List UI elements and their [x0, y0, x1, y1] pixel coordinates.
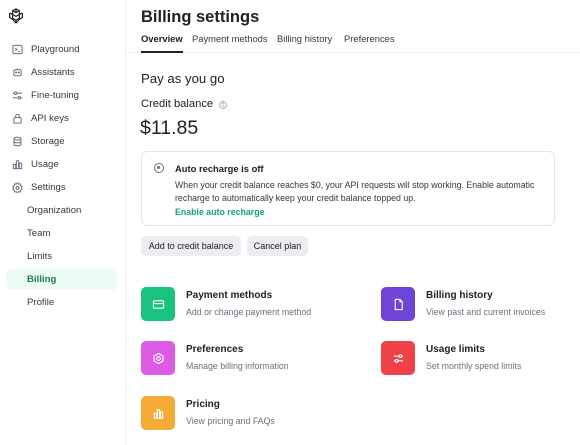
credit-balance-label: Credit balance — [141, 98, 227, 110]
card-title: Usage limits — [426, 344, 485, 355]
main-content: Billing settings Overview Payment method… — [127, 0, 580, 445]
auto-recharge-description: When your credit balance reaches $0, you… — [175, 180, 535, 203]
sidebar-item-label: Profile — [27, 297, 55, 308]
sidebar-item-storage[interactable]: Storage — [6, 131, 117, 152]
sidebar-item-usage[interactable]: Usage — [6, 154, 117, 175]
sidebar-item-label: Playground — [31, 44, 80, 55]
sidebar-item-label: API keys — [31, 113, 69, 124]
card-title: Preferences — [186, 344, 244, 355]
sidebar-item-billing[interactable]: Billing — [6, 269, 117, 290]
sidebar-item-label: Billing — [27, 274, 57, 285]
card-usage-limits[interactable]: Usage limits Set monthly spend limits — [381, 341, 580, 379]
credit-balance-value: $11.85 — [140, 117, 199, 139]
tab-preferences[interactable]: Preferences — [344, 33, 395, 53]
info-icon[interactable] — [219, 100, 227, 109]
card-preferences[interactable]: Preferences Manage billing information — [141, 341, 341, 379]
sidebar-item-assistants[interactable]: Assistants — [6, 62, 117, 83]
card-title: Payment methods — [186, 290, 273, 301]
openai-logo-icon[interactable] — [7, 7, 25, 25]
card-description: Manage billing information — [186, 361, 289, 371]
card-payment-methods[interactable]: Payment methods Add or change payment me… — [141, 287, 341, 325]
gear-icon — [10, 181, 24, 195]
card-description: View pricing and FAQs — [186, 416, 275, 426]
card-pricing[interactable]: Pricing View pricing and FAQs — [141, 396, 341, 434]
sidebar-item-label: Storage — [31, 136, 65, 147]
sidebar-item-label: Assistants — [31, 67, 75, 78]
sliders-icon — [381, 341, 415, 375]
card-description: View past and current invoices — [426, 307, 546, 317]
sidebar-item-organization[interactable]: Organization — [6, 200, 117, 221]
credit-card-icon — [141, 287, 175, 321]
sidebar: Playground Assistants Fine-tuning API ke… — [0, 0, 126, 445]
card-title: Pricing — [186, 399, 220, 410]
robot-icon — [10, 66, 24, 80]
sidebar-item-playground[interactable]: Playground — [6, 39, 117, 60]
database-icon — [10, 135, 24, 149]
tab-billing-history[interactable]: Billing history — [277, 33, 332, 53]
sidebar-item-profile[interactable]: Profile — [6, 292, 117, 313]
credit-balance-text: Credit balance — [141, 98, 214, 110]
sidebar-item-label: Limits — [27, 251, 53, 262]
sidebar-item-team[interactable]: Team — [6, 223, 117, 244]
lock-icon — [10, 112, 24, 126]
page-title: Billing settings — [141, 8, 260, 26]
tab-payment-methods[interactable]: Payment methods — [192, 33, 268, 53]
sidebar-item-settings[interactable]: Settings — [6, 177, 117, 198]
sidebar-item-limits[interactable]: Limits — [6, 246, 117, 267]
plan-title: Pay as you go — [141, 71, 225, 86]
bar-chart-icon — [141, 396, 175, 430]
sidebar-item-label: Organization — [27, 205, 82, 216]
card-billing-history[interactable]: Billing history View past and current in… — [381, 287, 580, 325]
bar-chart-icon — [10, 158, 24, 172]
gear-icon — [141, 341, 175, 375]
cancel-plan-button[interactable]: Cancel plan — [247, 236, 308, 256]
card-title: Billing history — [426, 290, 493, 301]
tab-overview[interactable]: Overview — [141, 33, 183, 53]
terminal-icon — [10, 43, 24, 57]
sidebar-item-label: Settings — [31, 182, 66, 193]
sidebar-item-label: Fine-tuning — [31, 90, 79, 101]
radio-icon — [154, 163, 164, 173]
sidebar-item-fine-tuning[interactable]: Fine-tuning — [6, 85, 117, 106]
auto-recharge-panel: Auto recharge is off When your credit ba… — [141, 151, 555, 226]
sidebar-item-label: Team — [27, 228, 51, 239]
sidebar-item-api-keys[interactable]: API keys — [6, 108, 117, 129]
tab-bar: Overview Payment methods Billing history… — [127, 32, 580, 53]
enable-auto-recharge-link[interactable]: Enable auto recharge — [175, 207, 264, 217]
card-description: Add or change payment method — [186, 307, 312, 317]
auto-recharge-title: Auto recharge is off — [175, 163, 264, 174]
card-description: Set monthly spend limits — [426, 361, 522, 371]
add-to-credit-balance-button[interactable]: Add to credit balance — [141, 236, 241, 256]
sidebar-item-label: Usage — [31, 159, 59, 170]
document-icon — [381, 287, 415, 321]
sliders-icon — [10, 89, 24, 103]
